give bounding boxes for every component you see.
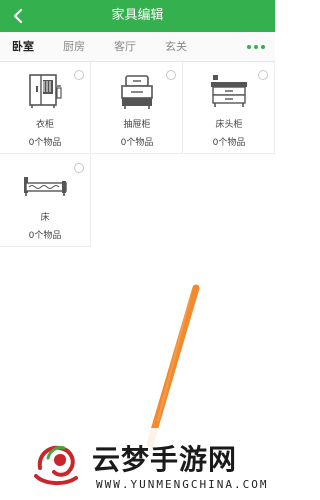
watermark-logo-icon <box>34 445 78 485</box>
drawer-cabinet-icon <box>121 75 153 109</box>
top-bar: 家具编辑 <box>0 0 275 32</box>
bed-icon <box>24 177 67 196</box>
item-count: 0个物品 <box>28 138 62 148</box>
item-count: 0个物品 <box>28 231 62 241</box>
watermark-url: WWW.YUNMENGCHINA.COM <box>96 478 269 491</box>
item-count: 0个物品 <box>120 138 154 148</box>
furniture-name: 抽屉柜 <box>123 120 151 130</box>
watermark-title: 云梦手游网 <box>92 443 238 476</box>
tab-kitchen[interactable]: 厨房 <box>63 32 85 62</box>
furniture-item-wardrobe[interactable]: 衣柜 0个物品 <box>0 62 91 154</box>
more-dots-icon[interactable] <box>247 45 265 49</box>
furniture-item-nightstand[interactable]: 床头柜 0个物品 <box>184 62 275 154</box>
tab-entryway[interactable]: 玄关 <box>165 32 187 62</box>
item-count: 0个物品 <box>212 138 246 148</box>
room-tabs: 卧室 厨房 客厅 玄关 <box>0 32 275 62</box>
tab-bedroom[interactable]: 卧室 <box>12 32 34 62</box>
furniture-item-drawer-cabinet[interactable]: 抽屉柜 0个物品 <box>92 62 183 154</box>
furniture-name: 衣柜 <box>35 120 54 130</box>
furniture-name: 床 <box>40 213 50 223</box>
furniture-name: 床头柜 <box>215 120 243 130</box>
tab-living-room[interactable]: 客厅 <box>114 32 136 62</box>
furniture-item-bed[interactable]: 床 0个物品 <box>0 155 91 247</box>
watermark-banner: 云梦手游网 WWW.YUNMENGCHINA.COM <box>0 428 275 500</box>
page-title: 家具编辑 <box>111 8 164 23</box>
wardrobe-icon <box>29 74 62 108</box>
nightstand-icon <box>211 75 247 107</box>
